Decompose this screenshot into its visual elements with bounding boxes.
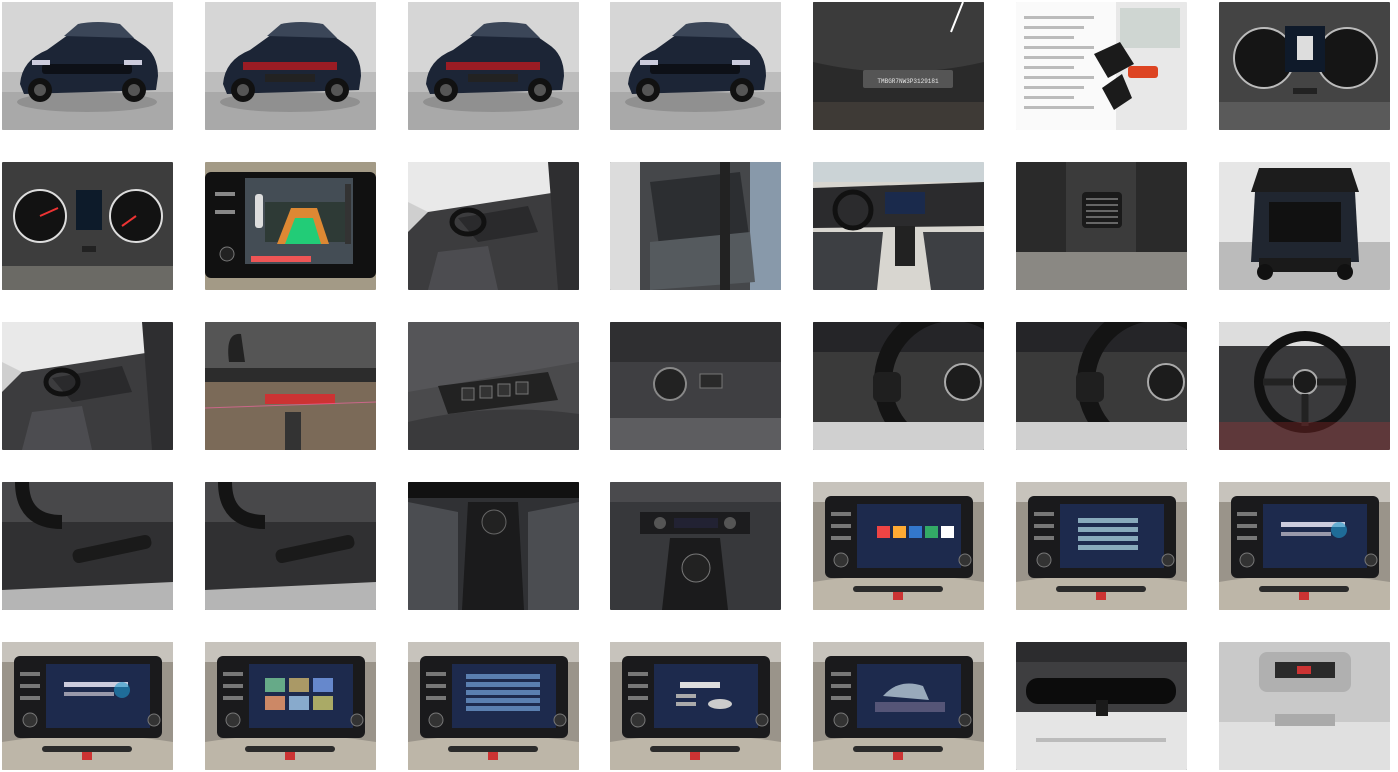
photo-thumbnail-infotainment-screen[interactable] <box>813 642 984 770</box>
photo-thumbnail-infotainment-screen[interactable] <box>2 642 173 770</box>
photo-thumbnail-infotainment-screen[interactable] <box>610 642 781 770</box>
photo-image <box>1219 642 1390 770</box>
photo-image <box>2 2 173 130</box>
photo-thumbnail-gear-climate[interactable] <box>610 482 781 610</box>
photo-image <box>813 322 984 450</box>
photo-thumbnail-rear-vent[interactable] <box>1016 162 1187 290</box>
photo-image <box>1219 482 1390 610</box>
photo-image <box>2 322 173 450</box>
photo-thumbnail-car-rear-studio[interactable] <box>205 2 376 130</box>
photo-image <box>1016 482 1187 610</box>
photo-image <box>610 162 781 290</box>
svg-text:TMBGR7NW3P3129181: TMBGR7NW3P3129181 <box>877 78 939 85</box>
photo-image <box>813 162 984 290</box>
photo-image <box>1219 2 1390 130</box>
photo-image <box>408 322 579 450</box>
photo-thumbnail-dashboard-wide[interactable] <box>813 162 984 290</box>
photo-thumbnail-trunk-open[interactable] <box>1219 162 1390 290</box>
photo-gallery-grid: TMBGR7NW3P3129181 <box>2 2 1394 772</box>
photo-image <box>610 482 781 610</box>
photo-image <box>408 162 579 290</box>
photo-thumbnail-steering-wheel-close[interactable] <box>1016 322 1187 450</box>
photo-thumbnail-cluster-analog[interactable] <box>2 162 173 290</box>
photo-image <box>1016 642 1187 770</box>
photo-image <box>205 322 376 450</box>
photo-thumbnail-documents-keys[interactable] <box>1016 2 1187 130</box>
photo-image <box>813 482 984 610</box>
photo-thumbnail-steering-wheel-close[interactable] <box>813 322 984 450</box>
photo-image <box>408 642 579 770</box>
photo-image <box>408 482 579 610</box>
photo-thumbnail-steering-wheel-full[interactable] <box>1219 322 1390 450</box>
photo-thumbnail-interior-rear-seats[interactable] <box>610 162 781 290</box>
photo-image <box>1219 162 1390 290</box>
photo-thumbnail-interior-front-open-door[interactable] <box>2 322 173 450</box>
photo-image <box>205 2 376 130</box>
photo-image <box>205 482 376 610</box>
photo-thumbnail-car-rear-studio[interactable] <box>408 2 579 130</box>
photo-image <box>2 482 173 610</box>
photo-image: TMBGR7NW3P3129181 <box>813 2 984 130</box>
photo-thumbnail-vin-plate[interactable]: TMBGR7NW3P3129181 <box>813 2 984 130</box>
photo-image <box>813 642 984 770</box>
photo-thumbnail-interior-front-open-door[interactable] <box>408 162 579 290</box>
photo-image <box>1016 2 1187 130</box>
photo-thumbnail-infotainment-screen[interactable] <box>1016 482 1187 610</box>
photo-thumbnail-car-front-studio[interactable] <box>2 2 173 130</box>
photo-thumbnail-rear-camera-screen[interactable] <box>205 162 376 290</box>
photo-thumbnail-stalk-close[interactable] <box>205 482 376 610</box>
photo-image <box>205 162 376 290</box>
photo-thumbnail-overhead-console[interactable] <box>1219 642 1390 770</box>
photo-thumbnail-cluster-digital[interactable] <box>1219 2 1390 130</box>
photo-image <box>1016 322 1187 450</box>
photo-image <box>205 642 376 770</box>
photo-thumbnail-car-front-studio[interactable] <box>610 2 781 130</box>
photo-image <box>408 2 579 130</box>
photo-image <box>610 2 781 130</box>
photo-image <box>1016 162 1187 290</box>
photo-image <box>2 162 173 290</box>
photo-thumbnail-infotainment-screen[interactable] <box>408 642 579 770</box>
photo-thumbnail-infotainment-screen[interactable] <box>1219 482 1390 610</box>
photo-thumbnail-tow-hitch[interactable] <box>205 322 376 450</box>
photo-thumbnail-infotainment-screen[interactable] <box>813 482 984 610</box>
photo-thumbnail-rear-mirror[interactable] <box>1016 642 1187 770</box>
photo-image <box>1219 322 1390 450</box>
photo-image <box>610 322 781 450</box>
photo-thumbnail-window-switches[interactable] <box>408 322 579 450</box>
photo-thumbnail-stalk-close[interactable] <box>2 482 173 610</box>
photo-image <box>2 642 173 770</box>
photo-thumbnail-infotainment-screen[interactable] <box>205 642 376 770</box>
photo-thumbnail-gear-stick[interactable] <box>408 482 579 610</box>
photo-image <box>610 642 781 770</box>
photo-thumbnail-light-switch[interactable] <box>610 322 781 450</box>
